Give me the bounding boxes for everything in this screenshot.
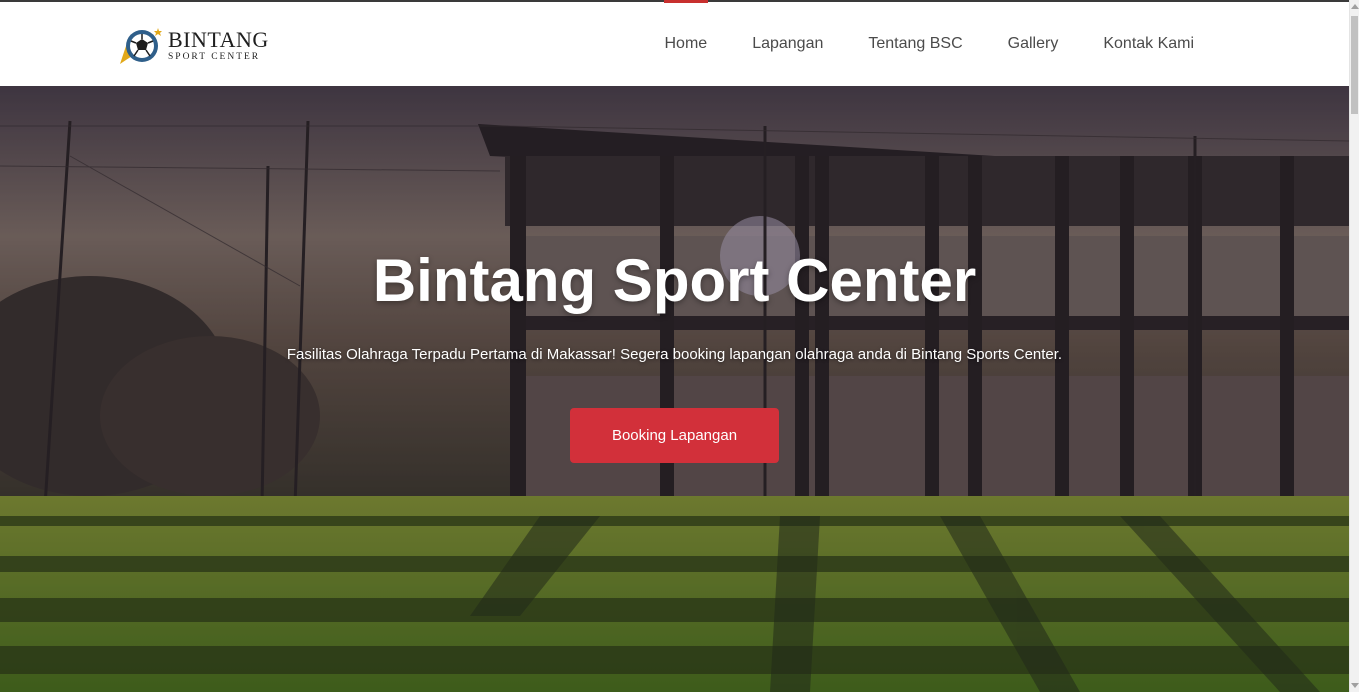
brand-subtitle: SPORT CENTER	[168, 52, 261, 63]
scrollbar-thumb[interactable]	[1351, 16, 1358, 114]
vertical-scrollbar[interactable]	[1349, 0, 1359, 692]
brand-logo[interactable]: BINTANG SPORT CENTER	[118, 26, 269, 66]
main-nav: Home Lapangan Tentang BSC Gallery Kontak…	[642, 0, 1217, 86]
nav-item-kontak-kami[interactable]: Kontak Kami	[1081, 2, 1217, 86]
scroll-up-arrow-icon[interactable]	[1351, 4, 1359, 9]
hero-title: Bintang Sport Center	[372, 247, 977, 314]
nav-item-gallery[interactable]: Gallery	[985, 2, 1081, 86]
scroll-down-arrow-icon[interactable]	[1351, 683, 1359, 688]
soccer-ball-star-icon	[120, 28, 162, 64]
site-header: BINTANG SPORT CENTER Home Lapangan Tenta…	[0, 0, 1349, 86]
page: BINTANG SPORT CENTER Home Lapangan Tenta…	[0, 0, 1359, 692]
nav-item-lapangan[interactable]: Lapangan	[730, 2, 846, 86]
hero-subtitle: Fasilitas Olahraga Terpadu Pertama di Ma…	[286, 346, 1063, 363]
brand-title: BINTANG	[168, 27, 269, 53]
hero-overlay	[0, 86, 1349, 692]
nav-item-tentang-bsc[interactable]: Tentang BSC	[846, 2, 985, 86]
booking-lapangan-button[interactable]: Booking Lapangan	[570, 408, 779, 463]
hero-section: Bintang Sport Center Fasilitas Olahraga …	[0, 86, 1349, 692]
nav-item-home[interactable]: Home	[642, 0, 730, 86]
